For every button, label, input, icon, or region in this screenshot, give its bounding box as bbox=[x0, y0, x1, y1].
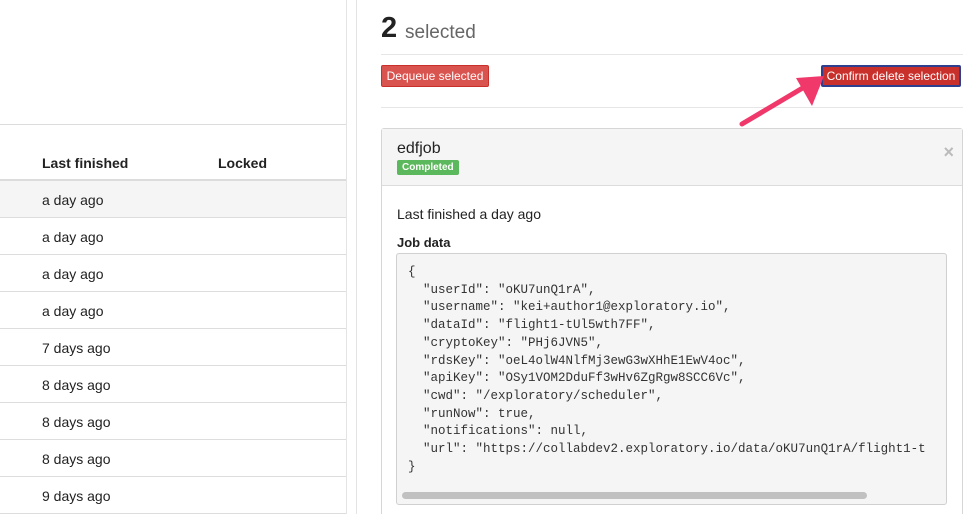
table-row[interactable]: 8 days ago bbox=[0, 440, 346, 477]
confirm-delete-selection-button[interactable]: Confirm delete selection bbox=[821, 65, 961, 87]
last-finished-cell: a day ago bbox=[42, 229, 104, 245]
table-header: Last finished Locked bbox=[0, 124, 346, 181]
job-card: edfjob Completed × Last finished a day a… bbox=[381, 128, 963, 514]
selection-panel: 2 selected Dequeue selected Confirm dele… bbox=[357, 0, 968, 514]
job-data-json: { "userId": "oKU7unQ1rA", "username": "k… bbox=[408, 265, 926, 474]
last-finished-cell: 9 days ago bbox=[42, 488, 111, 504]
selected-label: selected bbox=[405, 22, 476, 43]
table-row[interactable]: 9 days ago bbox=[0, 477, 346, 514]
last-finished-cell: a day ago bbox=[42, 192, 104, 208]
last-finished-cell: a day ago bbox=[42, 266, 104, 282]
last-finished-cell: a day ago bbox=[42, 303, 104, 319]
dequeue-selected-button[interactable]: Dequeue selected bbox=[381, 65, 489, 87]
close-icon[interactable]: × bbox=[943, 142, 954, 163]
table-row[interactable]: a day ago bbox=[0, 181, 346, 218]
last-finished-cell: 7 days ago bbox=[42, 340, 111, 356]
table-row[interactable]: a day ago bbox=[0, 218, 346, 255]
panel-divider bbox=[346, 0, 347, 514]
table-row[interactable]: 8 days ago bbox=[0, 366, 346, 403]
selected-count: 2 bbox=[381, 12, 398, 44]
job-data-code-block[interactable]: { "userId": "oKU7unQ1rA", "username": "k… bbox=[396, 253, 947, 505]
scrollbar-thumb[interactable] bbox=[402, 492, 867, 499]
jobs-table: Last finished Locked a day ago a day ago… bbox=[0, 0, 346, 514]
table-row[interactable]: 7 days ago bbox=[0, 329, 346, 366]
table-row[interactable]: a day ago bbox=[0, 255, 346, 292]
divider bbox=[381, 107, 963, 108]
table-body: a day ago a day ago a day ago a day ago … bbox=[0, 181, 346, 514]
table-row[interactable]: 8 days ago bbox=[0, 403, 346, 440]
table-row[interactable]: a day ago bbox=[0, 292, 346, 329]
divider bbox=[381, 54, 963, 55]
last-finished-cell: 8 days ago bbox=[42, 451, 111, 467]
last-finished-cell: 8 days ago bbox=[42, 414, 111, 430]
job-last-finished: Last finished a day ago bbox=[397, 206, 541, 222]
job-name: edfjob bbox=[397, 140, 441, 157]
pink-arrow-icon bbox=[739, 76, 824, 127]
job-card-header: edfjob Completed × bbox=[382, 129, 962, 186]
column-header-locked[interactable]: Locked bbox=[218, 155, 267, 171]
status-badge: Completed bbox=[397, 160, 459, 175]
horizontal-scrollbar[interactable] bbox=[398, 491, 945, 500]
last-finished-cell: 8 days ago bbox=[42, 377, 111, 393]
column-header-last-finished[interactable]: Last finished bbox=[42, 155, 128, 171]
job-data-label: Job data bbox=[397, 235, 451, 250]
